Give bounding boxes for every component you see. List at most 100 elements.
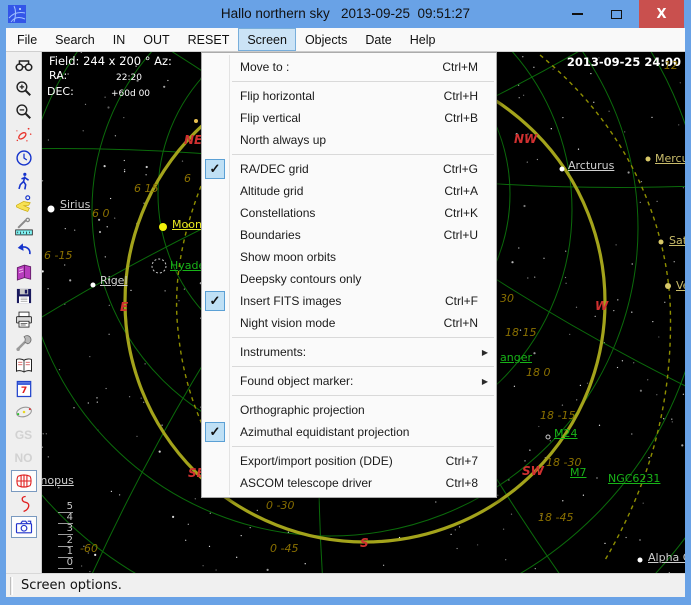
menu-item-flip-horizontal[interactable]: Flip horizontal Ctrl+H — [202, 85, 496, 107]
hook-button[interactable] — [10, 493, 38, 516]
ruler-wrench-icon — [11, 216, 37, 238]
solar-label-venus[interactable]: Venus — [676, 279, 685, 292]
menubar-item-file[interactable]: File — [8, 28, 46, 51]
clock-icon — [11, 147, 37, 169]
menu-separator — [232, 154, 494, 155]
star-label-rigel[interactable]: Rigel — [100, 274, 128, 287]
menu-item-ra-dec-grid[interactable]: ✓ RA/DEC grid Ctrl+G — [202, 158, 496, 180]
menu-bar: File Search IN OUT RESET Screen Objects Date Hel… — [6, 28, 685, 52]
menu-item-constellations[interactable]: Constellations Ctrl+K — [202, 202, 496, 224]
orbit-icon — [11, 401, 37, 423]
compass-label-sw: SW — [522, 464, 544, 478]
no-button-label: NO — [14, 451, 33, 466]
menu-item-azimuthal-equidistant-projection[interactable]: ✓ Azimuthal equidistant projection — [202, 421, 496, 443]
calendar-icon: 7 — [11, 378, 37, 400]
menu-item-deepsky-contours-only[interactable]: Deepsky contours only — [202, 268, 496, 290]
menu-item-flip-vertical[interactable]: Flip vertical Ctrl+B — [202, 107, 496, 129]
zoom-out-button[interactable] — [10, 100, 38, 123]
find-button[interactable] — [10, 54, 38, 77]
menu-item-shortcut: Ctrl+N — [443, 316, 478, 330]
field-readout: Field: 244 x 200 ° Az: — [49, 54, 172, 68]
statusbar-grip — [10, 576, 13, 595]
grid-label-0-45: 0 -45 — [270, 542, 299, 555]
close-icon: X — [656, 6, 667, 22]
menu-item-altitude-grid[interactable]: Altitude grid Ctrl+A — [202, 180, 496, 202]
menu-item-label: Instruments: — [240, 345, 307, 359]
minimize-button[interactable] — [560, 0, 594, 28]
menubar-item-search[interactable]: Search — [46, 28, 104, 51]
menu-item-found-object-marker[interactable]: Found object marker: ▶ — [202, 370, 496, 392]
comet-asteroid-button[interactable] — [10, 123, 38, 146]
menubar-item-out[interactable]: OUT — [134, 28, 178, 51]
menu-item-orthographic-projection[interactable]: Orthographic projection — [202, 399, 496, 421]
deepsky-label-anger[interactable]: anger — [500, 351, 532, 364]
object-pointer-button[interactable] — [10, 193, 38, 216]
solar-label-saturn[interactable]: Saturn — [669, 234, 685, 247]
menu-item-label: Boundaries — [240, 228, 301, 242]
left-toolbar: 7 GS NO — [6, 52, 42, 573]
menu-separator — [232, 337, 494, 338]
menu-item-insert-fits-images[interactable]: ✓ Insert FITS images Ctrl+F — [202, 290, 496, 312]
compass-label-ne: NE — [184, 133, 203, 147]
ra-label: RA: — [49, 69, 68, 82]
menubar-item-objects[interactable]: Objects — [296, 28, 356, 51]
menu-item-label: Found object marker: — [240, 374, 354, 388]
menu-item-shortcut: Ctrl+H — [443, 89, 478, 103]
grid-label-30: 30 — [500, 292, 514, 305]
solar-label-mercury[interactable]: Mercury — [655, 152, 685, 165]
checkmark-icon: ✓ — [205, 291, 225, 311]
compass-label-w: W — [595, 299, 609, 313]
purple-book-icon — [11, 262, 37, 284]
solar-label-moon[interactable]: Moon — [172, 218, 202, 231]
grid-label-6-0: 6 0 — [92, 207, 110, 220]
menu-item-label: Deepsky contours only — [240, 272, 362, 286]
submenu-arrow-icon: ▶ — [481, 347, 488, 357]
menu-item-export-import-position-dde[interactable]: Export/import position (DDE) Ctrl+7 — [202, 450, 496, 472]
menu-item-move-to[interactable]: Move to : Ctrl+M — [202, 56, 496, 78]
help-button[interactable] — [10, 354, 38, 377]
measure-button[interactable] — [10, 216, 38, 239]
star-label-sirius[interactable]: Sirius — [60, 198, 90, 211]
date-button[interactable]: 7 — [10, 377, 38, 400]
status-text: Screen options. — [21, 578, 122, 593]
menu-item-boundaries[interactable]: Boundaries Ctrl+U — [202, 224, 496, 246]
floppy-disk-icon — [11, 285, 37, 307]
deepsky-label-m7[interactable]: M7 — [570, 466, 587, 479]
orbit-button[interactable] — [10, 400, 38, 423]
deepsky-label-m24[interactable]: M24 — [554, 427, 578, 440]
close-button[interactable]: X — [639, 0, 684, 28]
star-label-canopus[interactable]: Canopus — [42, 474, 74, 487]
menu-item-shortcut: Ctrl+8 — [445, 476, 478, 490]
menu-item-label: Flip horizontal — [240, 89, 315, 103]
menubar-item-reset[interactable]: RESET — [179, 28, 239, 51]
undo-button[interactable] — [10, 239, 38, 262]
print-button[interactable] — [10, 308, 38, 331]
menubar-item-date[interactable]: Date — [356, 28, 400, 51]
menu-item-instruments[interactable]: Instruments: ▶ — [202, 341, 496, 363]
save-button[interactable] — [10, 285, 38, 308]
ephemeris-button[interactable] — [10, 262, 38, 285]
deepsky-label-ngc6231[interactable]: NGC6231 — [608, 472, 660, 485]
menu-separator — [232, 446, 494, 447]
fits-grid-button[interactable] — [10, 470, 38, 493]
menu-item-night-vision-mode[interactable]: Night vision mode Ctrl+N — [202, 312, 496, 334]
printer-icon — [11, 309, 37, 331]
menu-item-show-moon-orbits[interactable]: Show moon orbits — [202, 246, 496, 268]
menu-item-north-always-up[interactable]: North always up — [202, 129, 496, 151]
menu-item-ascom-telescope-driver[interactable]: ASCOM telescope driver Ctrl+8 — [202, 472, 496, 494]
clock-button[interactable] — [10, 146, 38, 169]
observer-button[interactable] — [10, 169, 38, 192]
menubar-item-in[interactable]: IN — [104, 28, 135, 51]
magnitude-scale-3: 3 — [58, 524, 73, 536]
zoom-in-button[interactable] — [10, 77, 38, 100]
red-grid-icon — [10, 470, 37, 493]
menubar-item-help[interactable]: Help — [401, 28, 445, 51]
star-label-arcturus[interactable]: Arcturus — [568, 159, 614, 172]
grid-label-6: 6 — [184, 172, 191, 185]
settings-button[interactable] — [10, 331, 38, 354]
status-bar: Screen options. — [6, 573, 685, 597]
star-label-alpha-cen[interactable]: Alpha Cen — [648, 551, 685, 564]
camera-button[interactable] — [10, 516, 38, 539]
menubar-item-screen[interactable]: Screen — [238, 28, 296, 51]
maximize-button[interactable] — [596, 0, 636, 28]
